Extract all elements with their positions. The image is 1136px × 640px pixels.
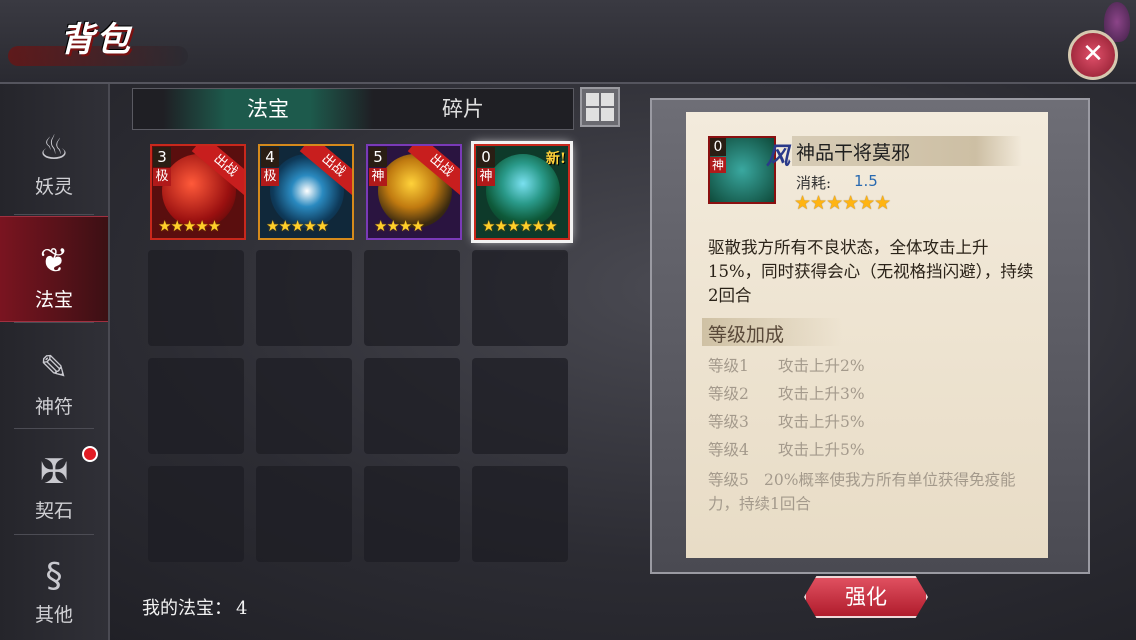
item-card[interactable]: 4 极 出战 ★★★★★ <box>258 144 354 240</box>
flame-spirit-icon: ♨ <box>38 128 70 168</box>
level-label: 等级1 <box>708 357 749 375</box>
item-stars: ★★★★ <box>374 217 425 235</box>
detail-grade: 神 <box>710 157 726 173</box>
divider <box>14 214 94 215</box>
treasure-count: 我的法宝： 4 <box>138 594 247 620</box>
tab-bar: 法宝 碎片 <box>132 88 574 130</box>
empty-slot[interactable] <box>472 250 568 346</box>
empty-slot[interactable] <box>256 250 352 346</box>
sidebar-item-label: 妖灵 <box>34 176 73 198</box>
sidebar: ♨ 妖灵 ❦ 法宝 ✎ 神符 ✠ 契石 § 其他 <box>0 84 110 640</box>
item-grade: 神 <box>477 168 495 186</box>
item-grade: 极 <box>153 168 171 186</box>
section-title-level-bonus: 等级加成 <box>708 324 785 346</box>
item-grade: 极 <box>261 168 279 186</box>
level-row: 等级3 攻击上升5% <box>708 410 865 432</box>
treasure-count-label: 我的法宝： <box>142 598 232 619</box>
treasure-count-value: 4 <box>236 598 248 619</box>
level-effect: 攻击上升5% <box>778 413 865 431</box>
top-bar: 背包 ✕ <box>0 0 1136 84</box>
gourd-icon: ❦ <box>39 241 69 281</box>
level-label: 等级5 <box>708 471 749 489</box>
level-row: 等级5 20%概率使我方所有单位获得免疫能力，持续1回合 <box>708 468 1038 516</box>
item-card-selected[interactable]: 0 神 新! ★★★★★★ <box>474 144 570 240</box>
grid-icon <box>586 93 599 106</box>
sidebar-item-label: 契石 <box>34 500 73 522</box>
empty-slot[interactable] <box>148 250 244 346</box>
grid-icon-cell <box>601 108 614 121</box>
detail-panel: 0 神 风 神品干将莫邪 消耗: 1.5 ★★★★★★ 驱散我方所有不良状态，全… <box>686 112 1048 558</box>
empty-slot[interactable] <box>364 466 460 562</box>
item-card[interactable]: 5 神 出战 ★★★★ <box>366 144 462 240</box>
sidebar-item-fabao[interactable]: ❦ 法宝 <box>0 216 108 322</box>
item-card[interactable]: 3 极 出战 ★★★★★ <box>150 144 246 240</box>
item-stars: ★★★★★ <box>266 217 329 235</box>
sidebar-item-yaoling[interactable]: ♨ 妖灵 <box>0 104 108 208</box>
item-count: 0 <box>477 147 495 167</box>
cost-value: 1.5 <box>854 172 878 190</box>
item-count: 4 <box>261 147 279 167</box>
level-effect: 攻击上升3% <box>778 385 865 403</box>
empty-slot[interactable] <box>364 250 460 346</box>
sidebar-item-label: 神符 <box>34 396 73 418</box>
tab-suipian[interactable]: 碎片 <box>358 89 568 129</box>
cost-label: 消耗: <box>796 174 832 192</box>
sidebar-item-qishi[interactable]: ✠ 契石 <box>0 428 108 532</box>
talisman-icon: ✎ <box>39 348 69 388</box>
detail-stars: ★★★★★★ <box>794 192 891 214</box>
empty-slot[interactable] <box>472 466 568 562</box>
level-label: 等级2 <box>708 385 749 403</box>
item-stars: ★★★★★ <box>158 217 221 235</box>
notification-badge <box>82 446 98 462</box>
detail-count: 0 <box>710 138 726 156</box>
level-effect: 攻击上升5% <box>778 441 865 459</box>
sidebar-item-shenfu[interactable]: ✎ 神符 <box>0 324 108 428</box>
page-title: 背包 <box>60 20 132 60</box>
tab-fabao[interactable]: 法宝 <box>163 89 373 129</box>
empty-slot[interactable] <box>256 358 352 454</box>
item-count: 5 <box>369 147 387 167</box>
skill-description: 驱散我方所有不良状态，全体攻击上升15%，同时获得会心（无视格挡闪避），持续2回… <box>708 238 1034 305</box>
element-badge: 风 <box>766 141 790 170</box>
empty-slot[interactable] <box>472 358 568 454</box>
sidebar-item-label: 法宝 <box>34 289 73 311</box>
grid-icon-cell <box>601 93 614 106</box>
level-label: 等级4 <box>708 441 749 459</box>
level-row: 等级2 攻击上升3% <box>708 382 865 404</box>
empty-slot[interactable] <box>148 358 244 454</box>
empty-slot[interactable] <box>148 466 244 562</box>
empty-slot[interactable] <box>256 466 352 562</box>
divider <box>14 322 94 323</box>
level-row: 等级1 攻击上升2% <box>708 354 865 376</box>
empty-slot[interactable] <box>364 358 460 454</box>
close-icon: ✕ <box>1082 39 1104 69</box>
level-label: 等级3 <box>708 413 749 431</box>
enhance-button[interactable]: 强化 <box>804 576 928 618</box>
sidebar-item-qita[interactable]: § 其他 <box>0 532 108 636</box>
level-row: 等级4 攻击上升5% <box>708 438 865 460</box>
level-effect: 攻击上升2% <box>778 357 865 375</box>
item-grade: 神 <box>369 168 387 186</box>
sidebar-item-label: 其他 <box>34 604 73 626</box>
treasure-name: 神品干将莫邪 <box>796 142 911 164</box>
grid-icon-cell <box>586 108 599 121</box>
item-count: 3 <box>153 147 171 167</box>
item-stars: ★★★★★★ <box>482 217 558 235</box>
stone-icon: ✠ <box>39 452 69 492</box>
new-badge: 新! <box>545 151 566 167</box>
close-button[interactable]: ✕ <box>1068 30 1118 80</box>
grid-view-button[interactable] <box>580 87 620 127</box>
dragon-icon: § <box>45 556 63 596</box>
